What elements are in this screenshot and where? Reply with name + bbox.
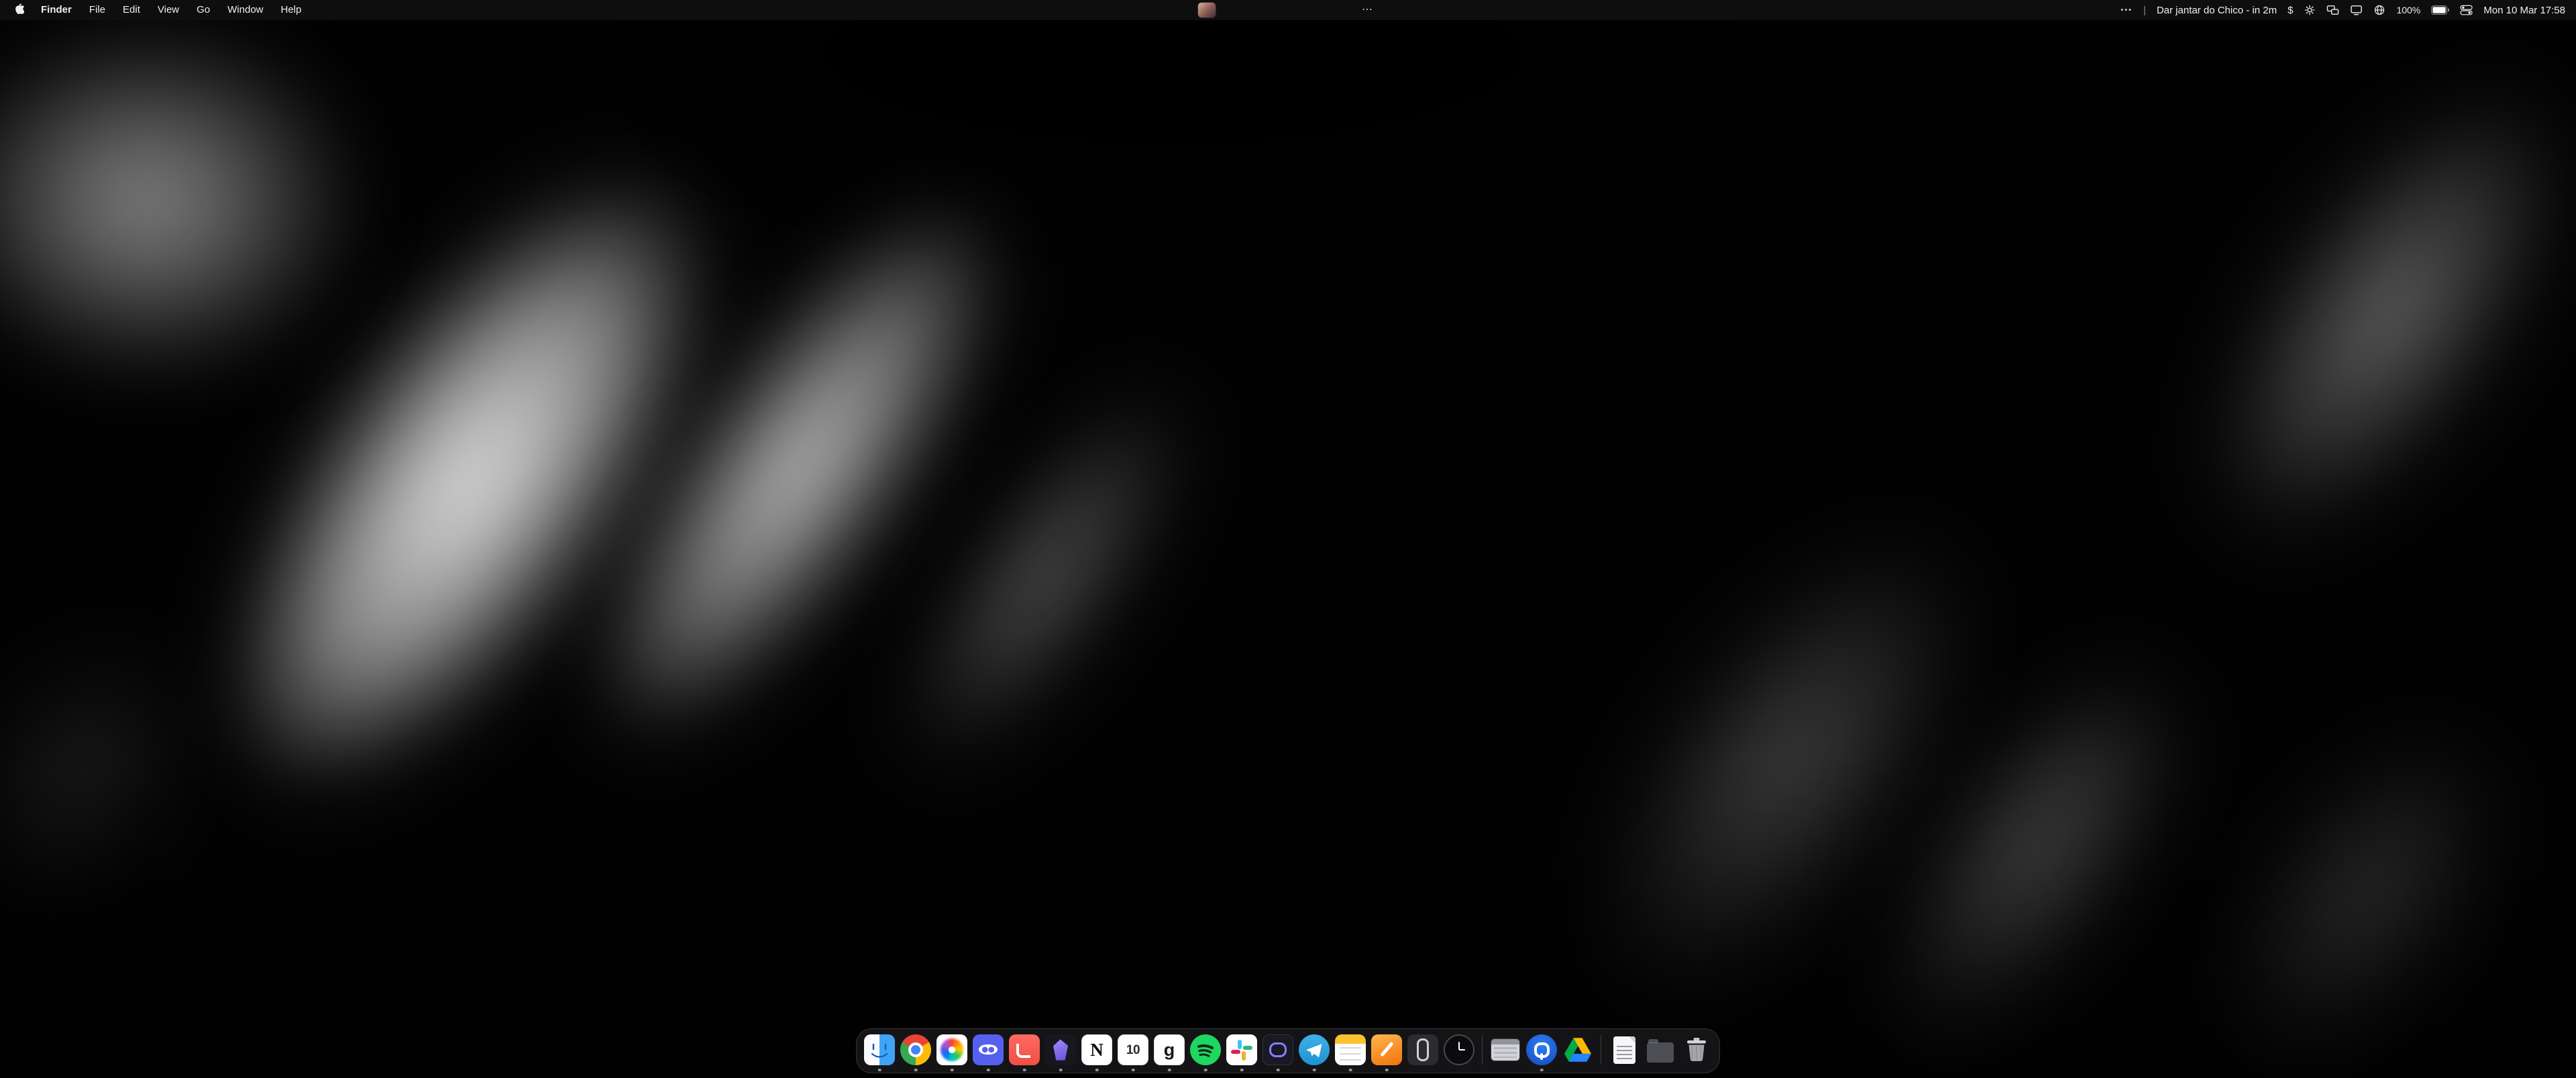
- dock-file-document[interactable]: [1609, 1034, 1640, 1065]
- wallpaper-dark-patch: [537, 0, 1811, 228]
- menubar-clock[interactable]: Mon 10 Mar 17:58: [2483, 5, 2565, 16]
- dock-separator: [1482, 1035, 1483, 1065]
- document-icon: [1613, 1036, 1635, 1064]
- granola-icon: g: [1154, 1034, 1185, 1065]
- notion-glyph: N: [1090, 1041, 1104, 1059]
- photos-icon: [936, 1034, 967, 1065]
- dock: N 10 g: [856, 1028, 1720, 1073]
- dock-app-telegram[interactable]: [1299, 1034, 1330, 1065]
- menu-go[interactable]: Go: [188, 0, 219, 20]
- status-divider: |: [2143, 5, 2146, 16]
- wallpaper-streak: [0, 0, 449, 453]
- slack-icon: [1226, 1034, 1257, 1065]
- dollar-icon[interactable]: $: [2288, 5, 2293, 16]
- wallpaper-streak: [1740, 521, 2326, 1078]
- iphone-mirroring-icon: [1407, 1034, 1438, 1065]
- battery-icon[interactable]: [2431, 5, 2449, 15]
- dock-trash[interactable]: [1681, 1034, 1712, 1065]
- dock-folder-downloads[interactable]: [1645, 1034, 1676, 1065]
- wallpaper-streak: [433, 32, 1164, 908]
- telegram-icon: [1299, 1034, 1330, 1065]
- notion-calendar-icon: 10: [1118, 1034, 1148, 1065]
- notes-icon: [1335, 1034, 1366, 1065]
- wallpaper-streak: [2092, 605, 2576, 1078]
- apple-menu[interactable]: [0, 3, 32, 17]
- spotify-icon: [1190, 1034, 1221, 1065]
- battery-percentage: 100%: [2396, 5, 2420, 15]
- menu-finder[interactable]: Finder: [32, 0, 80, 20]
- display-icon[interactable]: [2350, 4, 2363, 16]
- menu-view[interactable]: View: [149, 0, 188, 20]
- menu-window[interactable]: Window: [219, 0, 272, 20]
- pages-icon: [1371, 1034, 1402, 1065]
- dock-app-google-drive[interactable]: [1562, 1034, 1593, 1065]
- dock-app-slack[interactable]: [1226, 1034, 1257, 1065]
- upcoming-event-reminder[interactable]: Dar jantar do Chico - in 2m: [2157, 5, 2277, 16]
- clock-icon: [1444, 1034, 1474, 1065]
- trash-icon: [1681, 1034, 1712, 1065]
- discord-icon: [973, 1034, 1004, 1065]
- finder-icon: [864, 1034, 895, 1065]
- notion-icon: N: [1081, 1034, 1112, 1065]
- globe-icon[interactable]: [2373, 4, 2385, 16]
- minimized-window-thumbnail: [1491, 1039, 1519, 1061]
- control-center-icon[interactable]: [2460, 4, 2473, 16]
- apple-logo-icon: [15, 3, 24, 17]
- wallpaper-streak: [1420, 356, 2149, 1078]
- dock-app-obsidian[interactable]: [1045, 1034, 1076, 1065]
- screen-studio-icon: [1263, 1034, 1293, 1065]
- menu-help[interactable]: Help: [272, 0, 311, 20]
- dock-app-notion[interactable]: N: [1081, 1034, 1112, 1065]
- menu-edit[interactable]: Edit: [114, 0, 149, 20]
- dock-app-pages[interactable]: [1371, 1034, 1402, 1065]
- menu-file[interactable]: File: [80, 0, 114, 20]
- dock-app-iphone-mirroring[interactable]: [1407, 1034, 1438, 1065]
- granola-glyph: g: [1164, 1041, 1175, 1059]
- dock-app-notion-calendar[interactable]: 10: [1118, 1034, 1148, 1065]
- desktop-wallpaper: [0, 0, 2576, 1078]
- wallpaper-streak: [2045, 0, 2576, 710]
- dock-app-clock[interactable]: [1444, 1034, 1474, 1065]
- dock-minimized-window[interactable]: [1490, 1034, 1521, 1065]
- dock-app-spotify[interactable]: [1190, 1034, 1221, 1065]
- gear-icon[interactable]: [2304, 4, 2316, 16]
- dock-app-raycast[interactable]: [1009, 1034, 1040, 1065]
- wallpaper-streak: [0, 526, 311, 1017]
- wallpaper-streak: [11, 0, 928, 1014]
- menubar-status-area: ••• | Dar jantar do Chico - in 2m $: [2121, 4, 2576, 16]
- dock-app-screen-studio[interactable]: [1263, 1034, 1293, 1065]
- more-menu-extras-icon[interactable]: •••: [2121, 6, 2133, 14]
- menubar-ellipsis-icon[interactable]: ⋯: [1362, 0, 1373, 20]
- obsidian-icon: [1045, 1034, 1076, 1065]
- calendar-date-glyph: 10: [1126, 1044, 1140, 1057]
- 1password-icon: [1526, 1034, 1557, 1065]
- downloads-folder-icon: [1647, 1037, 1674, 1063]
- dock-app-granola[interactable]: g: [1154, 1034, 1185, 1065]
- raycast-icon: [1009, 1034, 1040, 1065]
- dock-app-1password[interactable]: [1526, 1034, 1557, 1065]
- dock-app-finder[interactable]: [864, 1034, 895, 1065]
- menu-bar: Finder File Edit View Go Window Help ⋯ •…: [0, 0, 2576, 20]
- screen-mirroring-icon[interactable]: [2326, 4, 2339, 16]
- dock-app-discord[interactable]: [973, 1034, 1004, 1065]
- wallpaper-streak: [782, 258, 1312, 896]
- chrome-icon: [900, 1034, 931, 1065]
- google-drive-icon: [1562, 1034, 1593, 1065]
- now-playing-thumbnail[interactable]: [1198, 3, 1216, 17]
- dock-app-notes[interactable]: [1335, 1034, 1366, 1065]
- dock-app-chrome[interactable]: [900, 1034, 931, 1065]
- dock-app-photos[interactable]: [936, 1034, 967, 1065]
